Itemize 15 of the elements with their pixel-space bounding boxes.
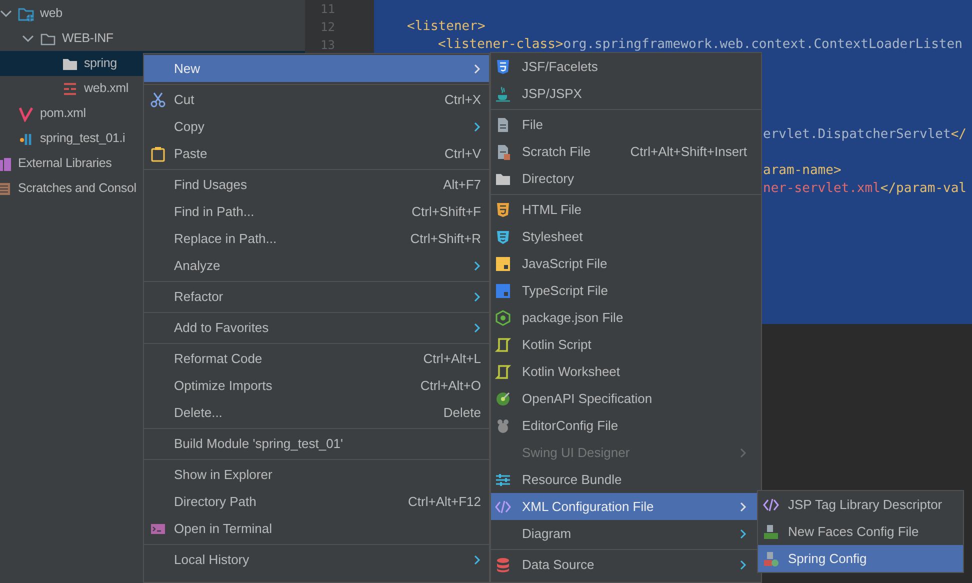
shortcut-label: Alt+F7: [443, 176, 481, 194]
shortcut-label: Ctrl+X: [444, 90, 481, 109]
code-line: ervlet.DispatcherServlet</: [763, 126, 966, 144]
code-line: aram-name>: [763, 162, 842, 180]
shortcut-label: Ctrl+Shift+R: [410, 230, 481, 248]
shortcut-label: Delete: [443, 404, 481, 422]
code-line: ner-servlet.xml</param-val: [763, 180, 966, 198]
shortcut-label: Ctrl+Alt+F12: [408, 492, 481, 511]
shortcut-label: Ctrl+Alt+L: [423, 350, 481, 368]
shortcut-label: Ctrl+Alt+O: [420, 376, 481, 395]
shortcut-label: Ctrl+Alt+Shift+Insert: [630, 142, 747, 161]
shortcut-label: Ctrl+V: [444, 144, 481, 163]
code-line: <listener>: [407, 18, 486, 36]
shortcut-label: Ctrl+Shift+F: [412, 202, 481, 221]
code-line: <listener-class>org.springframework.web.context.ContextLoaderListen: [438, 36, 962, 54]
